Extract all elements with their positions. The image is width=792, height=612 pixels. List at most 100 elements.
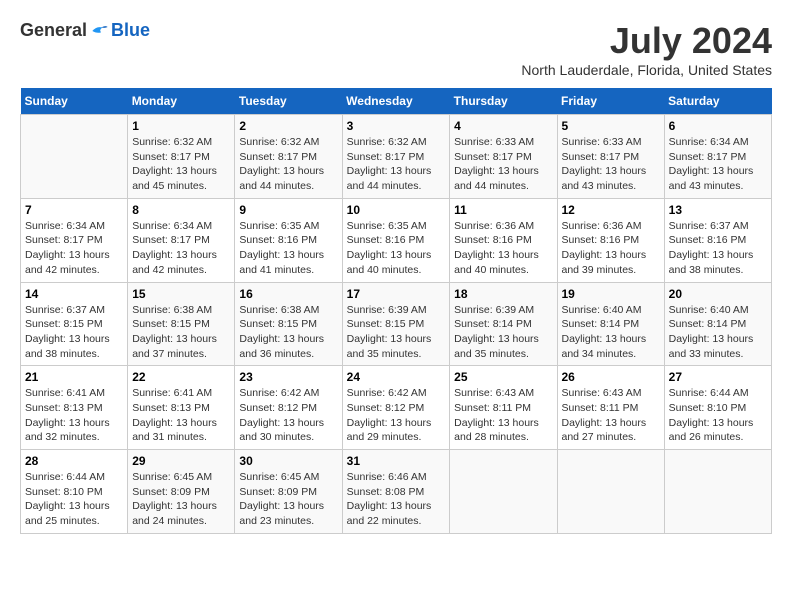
calendar-cell: 5 Sunrise: 6:33 AMSunset: 8:17 PMDaylight… [557,115,664,199]
calendar-cell: 17Sunrise: 6:39 AMSunset: 8:15 PMDayligh… [342,282,450,366]
day-info: Sunrise: 6:34 AMSunset: 8:17 PMDaylight:… [669,135,767,194]
calendar-cell: 29 Sunrise: 6:45 AMSunset: 8:09 PMDayligh… [128,450,235,534]
logo: General Blue [20,20,150,41]
calendar-cell: 2Sunrise: 6:32 AMSunset: 8:17 PMDaylight… [235,115,342,199]
calendar-week-row: 28 Sunrise: 6:44 AMSunset: 8:10 PMDayligh… [21,450,772,534]
day-info: Sunrise: 6:32 AMSunset: 8:17 PMDaylight:… [239,135,337,194]
weekday-header-tuesday: Tuesday [235,88,342,115]
day-info: Sunrise: 6:43 AMSunset: 8:11 PMDaylight:… [562,386,660,445]
calendar-cell: 13 Sunrise: 6:37 AMSunset: 8:16 PMDayligh… [664,198,771,282]
logo-bird-icon [89,22,109,40]
weekday-header-sunday: Sunday [21,88,128,115]
day-number: 24 [347,370,446,384]
day-info: Sunrise: 6:40 AMSunset: 8:14 PMDaylight:… [562,303,660,362]
day-number: 29 [132,454,230,468]
day-info: Sunrise: 6:44 AMSunset: 8:10 PMDaylight:… [669,386,767,445]
day-number: 8 [132,203,230,217]
calendar-cell: 1Sunrise: 6:32 AMSunset: 8:17 PMDaylight… [128,115,235,199]
day-info: Sunrise: 6:32 AMSunset: 8:17 PMDaylight:… [132,135,230,194]
logo-blue: Blue [111,20,150,41]
day-number: 20 [669,287,767,301]
day-info: Sunrise: 6:45 AMSunset: 8:09 PMDaylight:… [132,470,230,529]
weekday-header-saturday: Saturday [664,88,771,115]
day-number: 23 [239,370,337,384]
title-area: July 2024 North Lauderdale, Florida, Uni… [521,20,772,78]
day-number: 16 [239,287,337,301]
day-number: 7 [25,203,123,217]
day-info: Sunrise: 6:42 AMSunset: 8:12 PMDaylight:… [239,386,337,445]
calendar-cell [557,450,664,534]
calendar-cell: 21Sunrise: 6:41 AMSunset: 8:13 PMDayligh… [21,366,128,450]
calendar-cell: 30 Sunrise: 6:45 AMSunset: 8:09 PMDayligh… [235,450,342,534]
day-info: Sunrise: 6:42 AMSunset: 8:12 PMDaylight:… [347,386,446,445]
logo-general: General [20,20,87,41]
day-number: 17 [347,287,446,301]
day-number: 31 [347,454,446,468]
location: North Lauderdale, Florida, United States [521,62,772,78]
day-number: 25 [454,370,552,384]
day-number: 21 [25,370,123,384]
calendar-cell: 18Sunrise: 6:39 AMSunset: 8:14 PMDayligh… [450,282,557,366]
day-number: 19 [562,287,660,301]
day-info: Sunrise: 6:37 AMSunset: 8:16 PMDaylight:… [669,219,767,278]
day-info: Sunrise: 6:33 AMSunset: 8:17 PMDaylight:… [454,135,552,194]
calendar-cell: 24 Sunrise: 6:42 AMSunset: 8:12 PMDayligh… [342,366,450,450]
day-number: 30 [239,454,337,468]
day-number: 4 [454,119,552,133]
day-number: 14 [25,287,123,301]
weekday-header-row: SundayMondayTuesdayWednesdayThursdayFrid… [21,88,772,115]
day-info: Sunrise: 6:39 AMSunset: 8:14 PMDaylight:… [454,303,552,362]
day-number: 10 [347,203,446,217]
day-number: 15 [132,287,230,301]
day-number: 9 [239,203,337,217]
day-info: Sunrise: 6:38 AMSunset: 8:15 PMDaylight:… [132,303,230,362]
weekday-header-friday: Friday [557,88,664,115]
day-info: Sunrise: 6:43 AMSunset: 8:11 PMDaylight:… [454,386,552,445]
day-info: Sunrise: 6:45 AMSunset: 8:09 PMDaylight:… [239,470,337,529]
calendar-cell: 31 Sunrise: 6:46 AMSunset: 8:08 PMDayligh… [342,450,450,534]
calendar-cell: 8 Sunrise: 6:34 AMSunset: 8:17 PMDaylight… [128,198,235,282]
calendar-cell: 26 Sunrise: 6:43 AMSunset: 8:11 PMDayligh… [557,366,664,450]
day-number: 27 [669,370,767,384]
calendar-week-row: 14Sunrise: 6:37 AMSunset: 8:15 PMDayligh… [21,282,772,366]
day-info: Sunrise: 6:44 AMSunset: 8:10 PMDaylight:… [25,470,123,529]
calendar-cell: 4 Sunrise: 6:33 AMSunset: 8:17 PMDaylight… [450,115,557,199]
day-info: Sunrise: 6:46 AMSunset: 8:08 PMDaylight:… [347,470,446,529]
calendar-cell [450,450,557,534]
calendar-cell: 3Sunrise: 6:32 AMSunset: 8:17 PMDaylight… [342,115,450,199]
day-number: 11 [454,203,552,217]
calendar-cell: 12 Sunrise: 6:36 AMSunset: 8:16 PMDayligh… [557,198,664,282]
calendar-cell: 6Sunrise: 6:34 AMSunset: 8:17 PMDaylight… [664,115,771,199]
calendar-week-row: 1Sunrise: 6:32 AMSunset: 8:17 PMDaylight… [21,115,772,199]
weekday-header-monday: Monday [128,88,235,115]
calendar-cell: 25 Sunrise: 6:43 AMSunset: 8:11 PMDayligh… [450,366,557,450]
day-info: Sunrise: 6:36 AMSunset: 8:16 PMDaylight:… [454,219,552,278]
day-number: 13 [669,203,767,217]
calendar-cell: 28 Sunrise: 6:44 AMSunset: 8:10 PMDayligh… [21,450,128,534]
day-info: Sunrise: 6:41 AMSunset: 8:13 PMDaylight:… [132,386,230,445]
day-number: 26 [562,370,660,384]
calendar-cell [664,450,771,534]
day-number: 28 [25,454,123,468]
calendar-cell: 20 Sunrise: 6:40 AMSunset: 8:14 PMDayligh… [664,282,771,366]
day-info: Sunrise: 6:35 AMSunset: 8:16 PMDaylight:… [239,219,337,278]
calendar-cell: 14Sunrise: 6:37 AMSunset: 8:15 PMDayligh… [21,282,128,366]
day-info: Sunrise: 6:34 AMSunset: 8:17 PMDaylight:… [25,219,123,278]
calendar-cell: 10Sunrise: 6:35 AMSunset: 8:16 PMDayligh… [342,198,450,282]
calendar-cell: 27 Sunrise: 6:44 AMSunset: 8:10 PMDayligh… [664,366,771,450]
day-info: Sunrise: 6:38 AMSunset: 8:15 PMDaylight:… [239,303,337,362]
day-info: Sunrise: 6:36 AMSunset: 8:16 PMDaylight:… [562,219,660,278]
day-info: Sunrise: 6:40 AMSunset: 8:14 PMDaylight:… [669,303,767,362]
day-info: Sunrise: 6:34 AMSunset: 8:17 PMDaylight:… [132,219,230,278]
calendar-cell: 9 Sunrise: 6:35 AMSunset: 8:16 PMDaylight… [235,198,342,282]
day-number: 22 [132,370,230,384]
calendar-cell: 22 Sunrise: 6:41 AMSunset: 8:13 PMDayligh… [128,366,235,450]
calendar-cell: 7 Sunrise: 6:34 AMSunset: 8:17 PMDaylight… [21,198,128,282]
day-number: 12 [562,203,660,217]
day-info: Sunrise: 6:33 AMSunset: 8:17 PMDaylight:… [562,135,660,194]
month-title: July 2024 [521,20,772,62]
calendar-cell: 15 Sunrise: 6:38 AMSunset: 8:15 PMDayligh… [128,282,235,366]
calendar-cell: 11 Sunrise: 6:36 AMSunset: 8:16 PMDayligh… [450,198,557,282]
weekday-header-thursday: Thursday [450,88,557,115]
day-number: 5 [562,119,660,133]
